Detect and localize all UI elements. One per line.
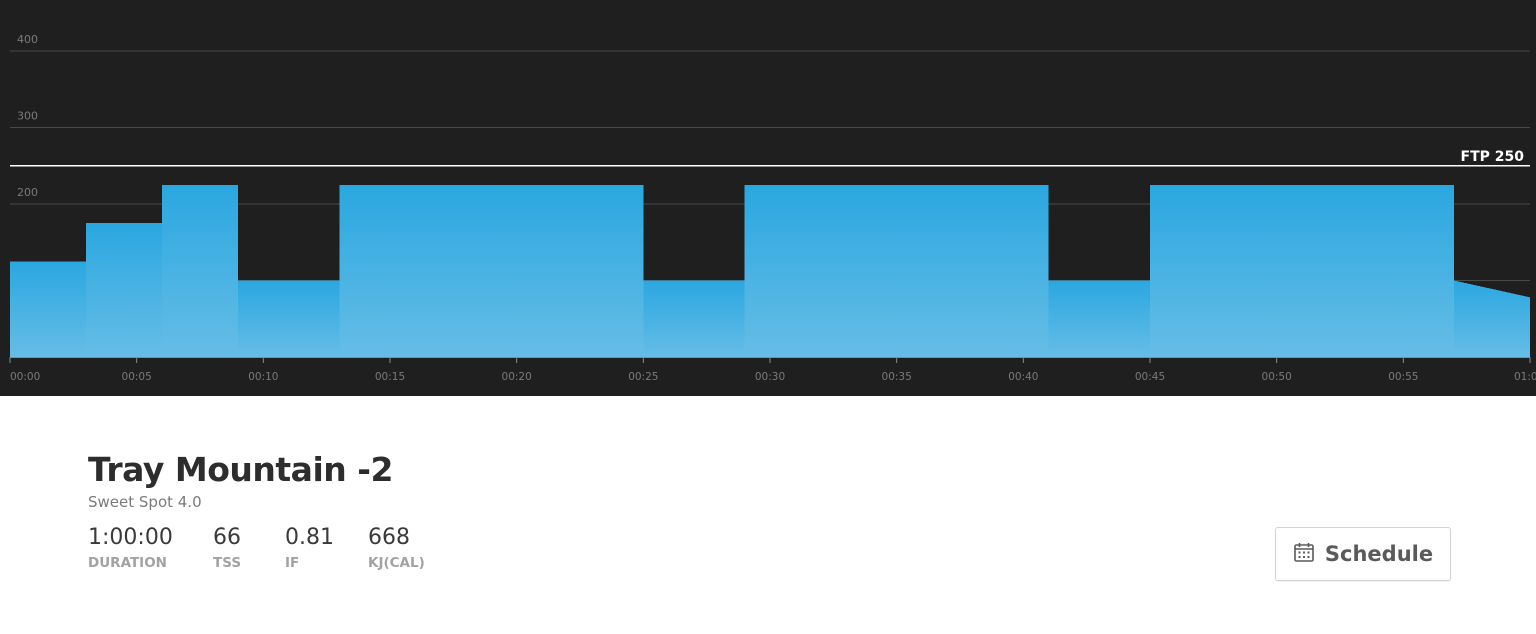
x-tick-label: 00:20 [502,371,532,383]
x-tick-label: 00:05 [122,371,152,383]
workout-subtitle: Sweet Spot 4.0 [88,493,202,511]
workout-title: Tray Mountain -2 [88,450,393,489]
stat-label: IF [285,555,300,571]
workout-info: Tray Mountain -2 Sweet Spot 4.0 1:00:00 … [88,448,468,571]
schedule-label: Schedule [1324,542,1434,566]
stat-label: TSS [213,555,242,571]
x-tick-label: 01:00 [1514,371,1536,383]
power-segment-8 [1150,184,1454,357]
power-segment-3 [238,280,340,357]
y-tick-label: 200 [17,186,38,199]
stat-value: 1:00:00 [88,525,173,550]
stat-label: DURATION [88,555,167,571]
x-tick-label: 00:25 [628,371,658,383]
stat-value: 66 [213,525,241,550]
schedule-button[interactable]: Schedule [1275,527,1451,581]
x-tick-label: 00:00 [10,371,40,383]
x-tick-label: 00:35 [882,371,912,383]
x-tick-label: 00:55 [1388,371,1418,383]
power-segment-5 [643,280,745,357]
power-segment-1 [86,223,162,357]
power-segment-4 [339,184,644,357]
power-segment-7 [1048,280,1150,357]
power-segment-0 [10,261,86,357]
calendar-icon [1293,541,1315,568]
power-segment-2 [162,184,238,357]
stat-value: 668 [368,525,410,550]
power-segment-9 [1454,280,1530,357]
stat-label: KJ(CAL) [368,555,425,571]
workout-stats: 1:00:00 DURATION 66 TSS 0.81 IF 668 KJ(C… [88,524,468,571]
stat-value: 0.81 [285,525,334,550]
stat-if: 0.81 IF [285,524,368,571]
workout-power-chart: 200 300 400 FTP 250 00:00 00:05 00:10 00:15 00… [9,33,1536,383]
y-tick-label: 300 [17,110,38,123]
stat-kj: 668 KJ(CAL) [368,524,468,571]
x-tick-label: 00:10 [248,371,278,383]
x-tick-label: 00:50 [1262,371,1292,383]
ftp-label: FTP 250 [1461,149,1525,165]
y-tick-label: 400 [17,33,38,46]
power-segment-6 [744,184,1049,357]
x-tick-label: 00:40 [1008,371,1038,383]
x-tick-label: 00:45 [1135,371,1165,383]
x-tick-label: 00:30 [755,371,785,383]
stat-duration: 1:00:00 DURATION [88,524,213,571]
x-tick-label: 00:15 [375,371,405,383]
workout-chart-panel: 200 300 400 FTP 250 00:00 00:05 00:10 00:15 00… [0,0,1536,396]
stat-tss: 66 TSS [213,524,285,571]
